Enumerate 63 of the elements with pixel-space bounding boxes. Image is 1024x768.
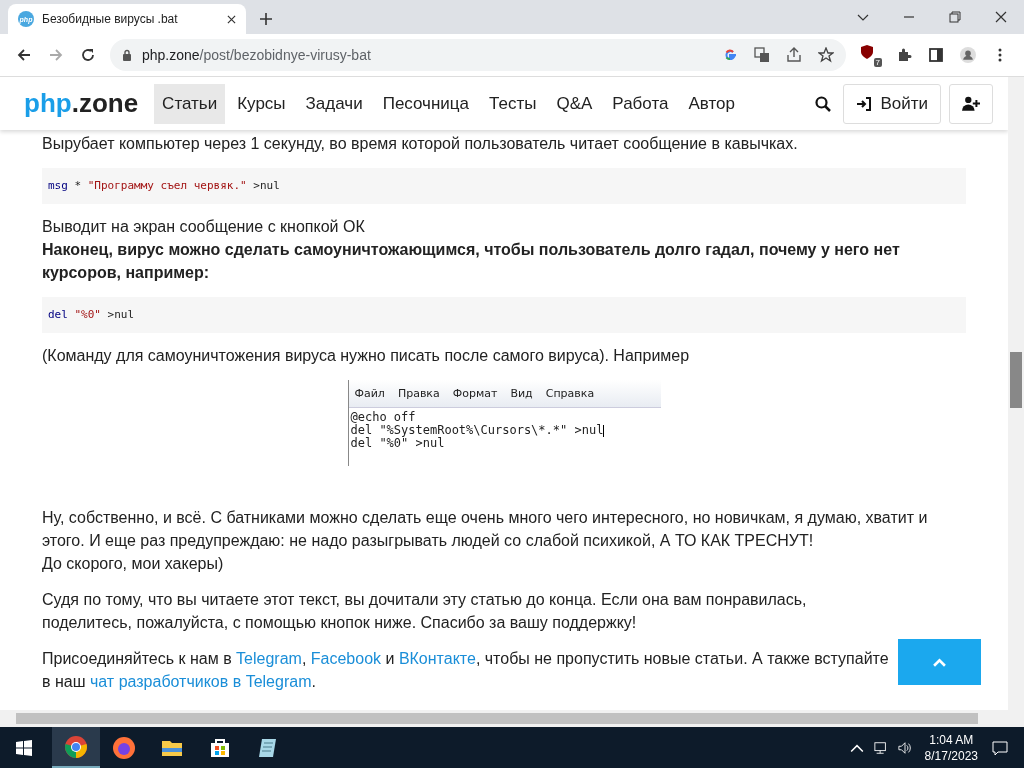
chrome-icon [64,734,88,759]
new-tab-icon[interactable] [260,13,272,25]
taskbar-app-button[interactable] [52,727,100,768]
nav-link[interactable]: Q&A [548,83,601,124]
nav-link[interactable]: Работа [604,83,677,124]
close-icon[interactable] [995,11,1007,23]
nav-link[interactable]: Песочница [374,83,478,124]
share-icon[interactable] [786,47,802,63]
code-block: del "%0" >nul [42,297,966,333]
link[interactable]: Telegram [236,650,302,667]
nav-link[interactable]: Задачи [297,83,371,124]
vertical-scrollbar[interactable] [1008,77,1024,710]
paragraph: (Команду для самоуничтожения вируса нужно писать после самого вируса). Например [42,346,691,366]
paragraph: Присоединяйтесь к нам в Telegram, Facebook и ВКонтакте, чтобы не пропустить новые статьи. А также вступайте в наш чат разработчиков в Telegram. [42,649,890,692]
url-text: php.zone/post/bezobidnye-virusy-bat [142,47,371,63]
nav-link[interactable]: Статьи [154,83,226,124]
nav-link[interactable]: Автор [680,83,743,124]
login-button[interactable]: Войти [843,83,941,124]
code-block: msg * "Программу съел червяк." >nul [42,168,966,204]
paragraph: Ну, собственно, и всё. С батниками можно сделать еще очень много чего интересного, но новичкам, я думаю, хватит и этого. И еще раз предупреждаю: не надо разыгрывать людей со слабой психикой, А ТО КАК ТРЕСНУТ! [42,508,929,551]
link[interactable]: Facebook [310,650,382,667]
horizontal-scrollbar[interactable] [0,710,1024,727]
code-line: del "%SystemRoot%\Cursors\*.*" >nul [350,424,606,437]
paragraph: Выводит на экран сообщение с кнопкой ОК [42,217,366,237]
paragraph: До скорого, мои хакеры) [42,554,225,574]
restore-icon[interactable] [949,11,961,23]
link[interactable]: чат разработчиков в Telegram [89,673,312,690]
nav-link[interactable]: Курсы [229,83,294,124]
back-icon[interactable] [16,47,32,63]
chevron-up-icon [933,657,946,667]
extension-badge: 7 [873,58,882,67]
firefox-icon [112,735,136,760]
network-icon[interactable] [873,740,888,755]
shield-icon [859,44,875,60]
paragraph: Наконец, вирус можно сделать самоуничтожающимся, чтобы пользователь долго гадал, почему у него нет курсоров, например: [42,240,901,283]
search-icon[interactable] [815,95,832,112]
tab-title: Безобидные вирусы .bat [42,12,179,26]
date-text: 8/17/2023 [924,747,978,764]
windows-start-icon[interactable] [16,739,32,756]
paragraph: Судя по тому, что вы читаете этот текст, вы дочитали эту статью до конца. Если она вам понравилась, поделитесь, пожалуйста, с помощью кнопок ниже. Спасибо за вашу поддержку! [42,590,808,633]
site-logo[interactable]: php.zone [24,88,139,119]
side-panel-icon[interactable] [928,47,944,63]
profile-icon[interactable] [960,47,976,63]
register-button[interactable] [949,83,993,124]
link[interactable]: ВКонтакте [398,650,476,667]
speaker-icon[interactable] [897,740,912,755]
notification-icon[interactable] [992,739,1008,756]
add-user-icon [962,96,980,111]
clock[interactable]: 1:04 AM 8/17/2023 [924,731,978,764]
lock-icon [122,49,132,61]
nav-link[interactable]: Тесты [481,83,545,124]
address-field[interactable]: php.zone/post/bezobidnye-virusy-bat [110,39,846,71]
shield-extension-button[interactable]: 7 [858,43,882,67]
code-line: @echo off [350,411,417,424]
translate-icon[interactable] [754,47,770,63]
puzzle-icon[interactable] [896,47,912,63]
star-icon[interactable] [818,47,834,63]
time-text: 1:04 AM [929,731,974,748]
code-line: del "%0" >nul [350,437,445,450]
close-icon[interactable] [227,14,236,24]
login-icon [856,95,873,112]
reload-icon[interactable] [80,47,96,63]
paragraph: Вырубает компьютер через 1 секунду, во время которой пользователь читает сообщение в кавычках. [42,134,799,154]
